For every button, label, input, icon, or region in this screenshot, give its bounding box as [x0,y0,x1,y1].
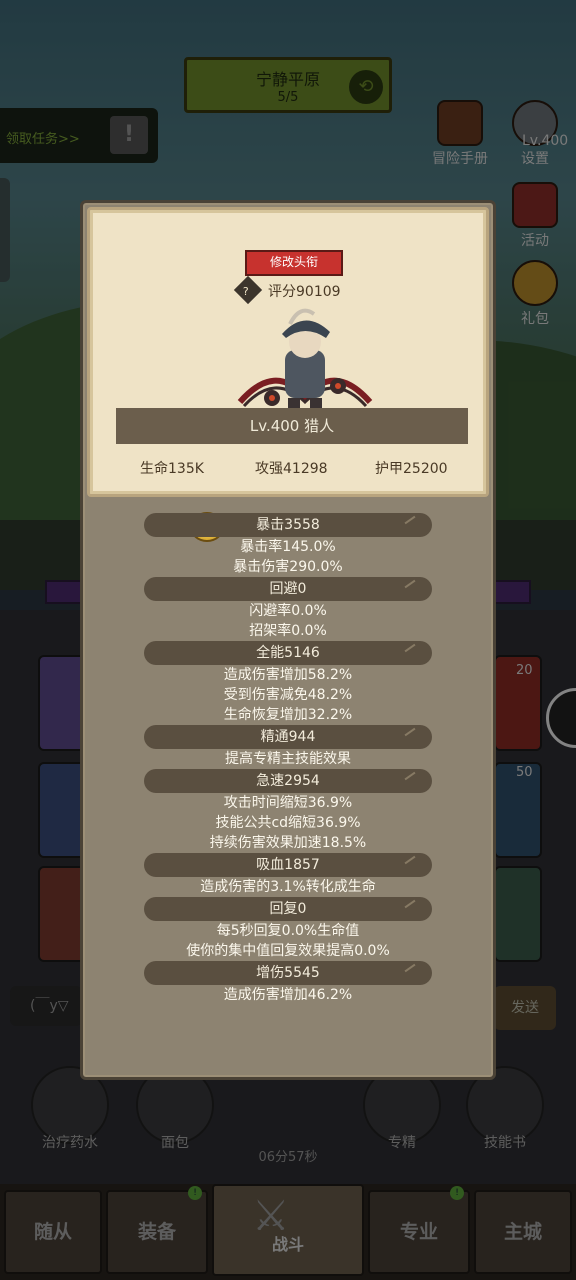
stat-detail: 造成伤害的3.1%转化成生命 [200,879,376,895]
character-portrait-card: 修改头衔 ? 评分90109 Lv.400 猎人 生命135K 攻强41298 护… [87,207,489,497]
stat-header: 暴击3558 [144,513,432,537]
attack-stat: 攻强41298 [255,461,328,477]
base-stats: 生命135K 攻强41298 护甲25200 [90,458,492,486]
stat-detail: 技能公共cd缩短36.9% [215,815,361,831]
score: ? 评分90109 [233,275,341,305]
help-icon[interactable]: ? [233,275,263,305]
stat-detail: 受到伤害减免48.2% [223,687,353,703]
stat-detail: 使你的集中值回复效果提高0.0% [186,943,390,959]
score-label: 评分90109 [268,284,341,300]
stat-detail: 暴击伤害290.0% [233,559,343,575]
stat-header: 全能5146 [144,641,432,665]
stat-detail: 造成伤害增加46.2% [223,987,353,1003]
character-stats-panel: 修改头衔 ? 评分90109 Lv.400 猎人 生命135K 攻强41298 护… [80,200,496,1080]
stat-detail: 闪避率0.0% [249,603,327,619]
change-title-button[interactable]: 修改头衔 [245,250,343,276]
stat-header: 精通944 [144,725,432,749]
stat-detail: 暴击率145.0% [240,539,336,555]
stat-detail: 提高专精主技能效果 [225,751,351,767]
stat-header: 增伤5545 [144,961,432,985]
stat-header: 回避0 [144,577,432,601]
stat-detail: 造成伤害增加58.2% [223,667,353,683]
stat-detail: 招架率0.0% [249,623,327,639]
stat-header: 回复0 [144,897,432,921]
stat-detail: 生命恢复增加32.2% [223,707,353,723]
stat-detail: 攻击时间缩短36.9% [223,795,353,811]
stat-list: 暴击3558 暴击率145.0% 暴击伤害290.0% 回避0 闪避率0.0% 招架率0.… [83,513,493,1005]
stat-header: 吸血1857 [144,853,432,877]
stat-detail: 每5秒回复0.0%生命值 [216,923,360,939]
hp-stat: 生命135K [140,461,204,477]
stat-detail: 持续伤害效果加速18.5% [209,835,367,851]
character-name: Lv.400 猎人 [116,408,468,444]
armor-stat: 护甲25200 [375,461,448,477]
stat-header: 急速2954 [144,769,432,793]
